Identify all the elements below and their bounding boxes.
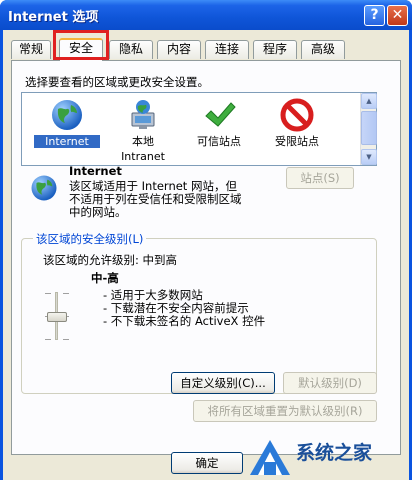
scroll-down-icon[interactable]: ▼ xyxy=(361,149,377,165)
help-button[interactable]: ? xyxy=(364,5,385,26)
zone-local-intranet[interactable]: 本地 Intranet xyxy=(110,97,176,163)
ok-button[interactable]: 确定 xyxy=(171,452,243,474)
intranet-icon xyxy=(125,97,161,133)
internet-options-window: Internet 选项 ? ✕ 常规 安全 隐私 内容 连接 程序 高级 选择要… xyxy=(0,0,412,480)
reset-all-zones-button[interactable]: 将所有区域重置为默认级别(R) xyxy=(193,400,377,422)
allowed-levels-text: 该区域的允许级别: 中到高 xyxy=(43,253,178,267)
security-level-group-title: 该区域的安全级别(L) xyxy=(33,231,147,247)
zone-restricted-sites[interactable]: 受限站点 xyxy=(262,97,332,148)
zone-list-scrollbar[interactable]: ▲ ▼ xyxy=(360,93,377,165)
zone-info-desc-3: 中的网站。 xyxy=(69,205,127,219)
tab-connections[interactable]: 连接 xyxy=(205,40,249,59)
sites-button[interactable]: 站点(S) xyxy=(286,167,354,189)
zone-label-restricted: 受限站点 xyxy=(275,135,319,148)
tab-advanced[interactable]: 高级 xyxy=(301,40,345,59)
selected-zone-globe-icon xyxy=(29,173,59,203)
security-level-name: 中-高 xyxy=(91,271,119,285)
default-level-button[interactable]: 默认级别(D) xyxy=(283,372,377,394)
scroll-up-icon[interactable]: ▲ xyxy=(361,93,377,109)
zone-trusted-sites[interactable]: 可信站点 xyxy=(184,97,254,148)
tab-privacy[interactable]: 隐私 xyxy=(109,40,153,59)
slider-tick xyxy=(45,293,51,294)
tab-highlight-annotation xyxy=(53,30,109,60)
tab-general[interactable]: 常规 xyxy=(11,40,51,59)
level-bullet-3: - 不下载未签名的 ActiveX 控件 xyxy=(103,314,266,328)
tab-content[interactable]: 内容 xyxy=(157,40,201,59)
slider-tick xyxy=(63,293,69,294)
dialog-client: 常规 安全 隐私 内容 连接 程序 高级 选择要查看的区域或更改安全设置。 In… xyxy=(3,30,409,480)
checkmark-icon xyxy=(201,97,237,133)
zone-list[interactable]: Internet 本地 Intranet 可信站点 受限站点 ▲ ▼ xyxy=(21,92,377,166)
zone-label-trusted: 可信站点 xyxy=(197,135,241,148)
scroll-thumb[interactable] xyxy=(361,111,377,145)
restricted-icon xyxy=(279,97,315,133)
zone-internet[interactable]: Internet xyxy=(34,97,100,148)
watermark-text: 系统之家 xyxy=(296,442,373,464)
custom-level-button[interactable]: 自定义级别(C)... xyxy=(171,372,275,394)
watermark: 系统之家 xyxy=(240,420,412,480)
zone-label-local: 本地 xyxy=(132,135,154,148)
slider-tick xyxy=(63,339,69,340)
window-title: Internet 选项 xyxy=(8,10,99,25)
zone-label-intranet: Intranet xyxy=(121,150,165,163)
globe-icon xyxy=(49,97,85,133)
zone-label-internet: Internet xyxy=(34,135,100,148)
security-level-slider-thumb[interactable] xyxy=(47,312,67,322)
close-button[interactable]: ✕ xyxy=(387,5,408,26)
slider-tick xyxy=(45,339,51,340)
zone-instruction: 选择要查看的区域或更改安全设置。 xyxy=(25,75,209,89)
title-bar[interactable]: Internet 选项 ? ✕ xyxy=(0,0,412,30)
tab-programs[interactable]: 程序 xyxy=(253,40,297,59)
zone-info-name: Internet xyxy=(69,164,122,178)
